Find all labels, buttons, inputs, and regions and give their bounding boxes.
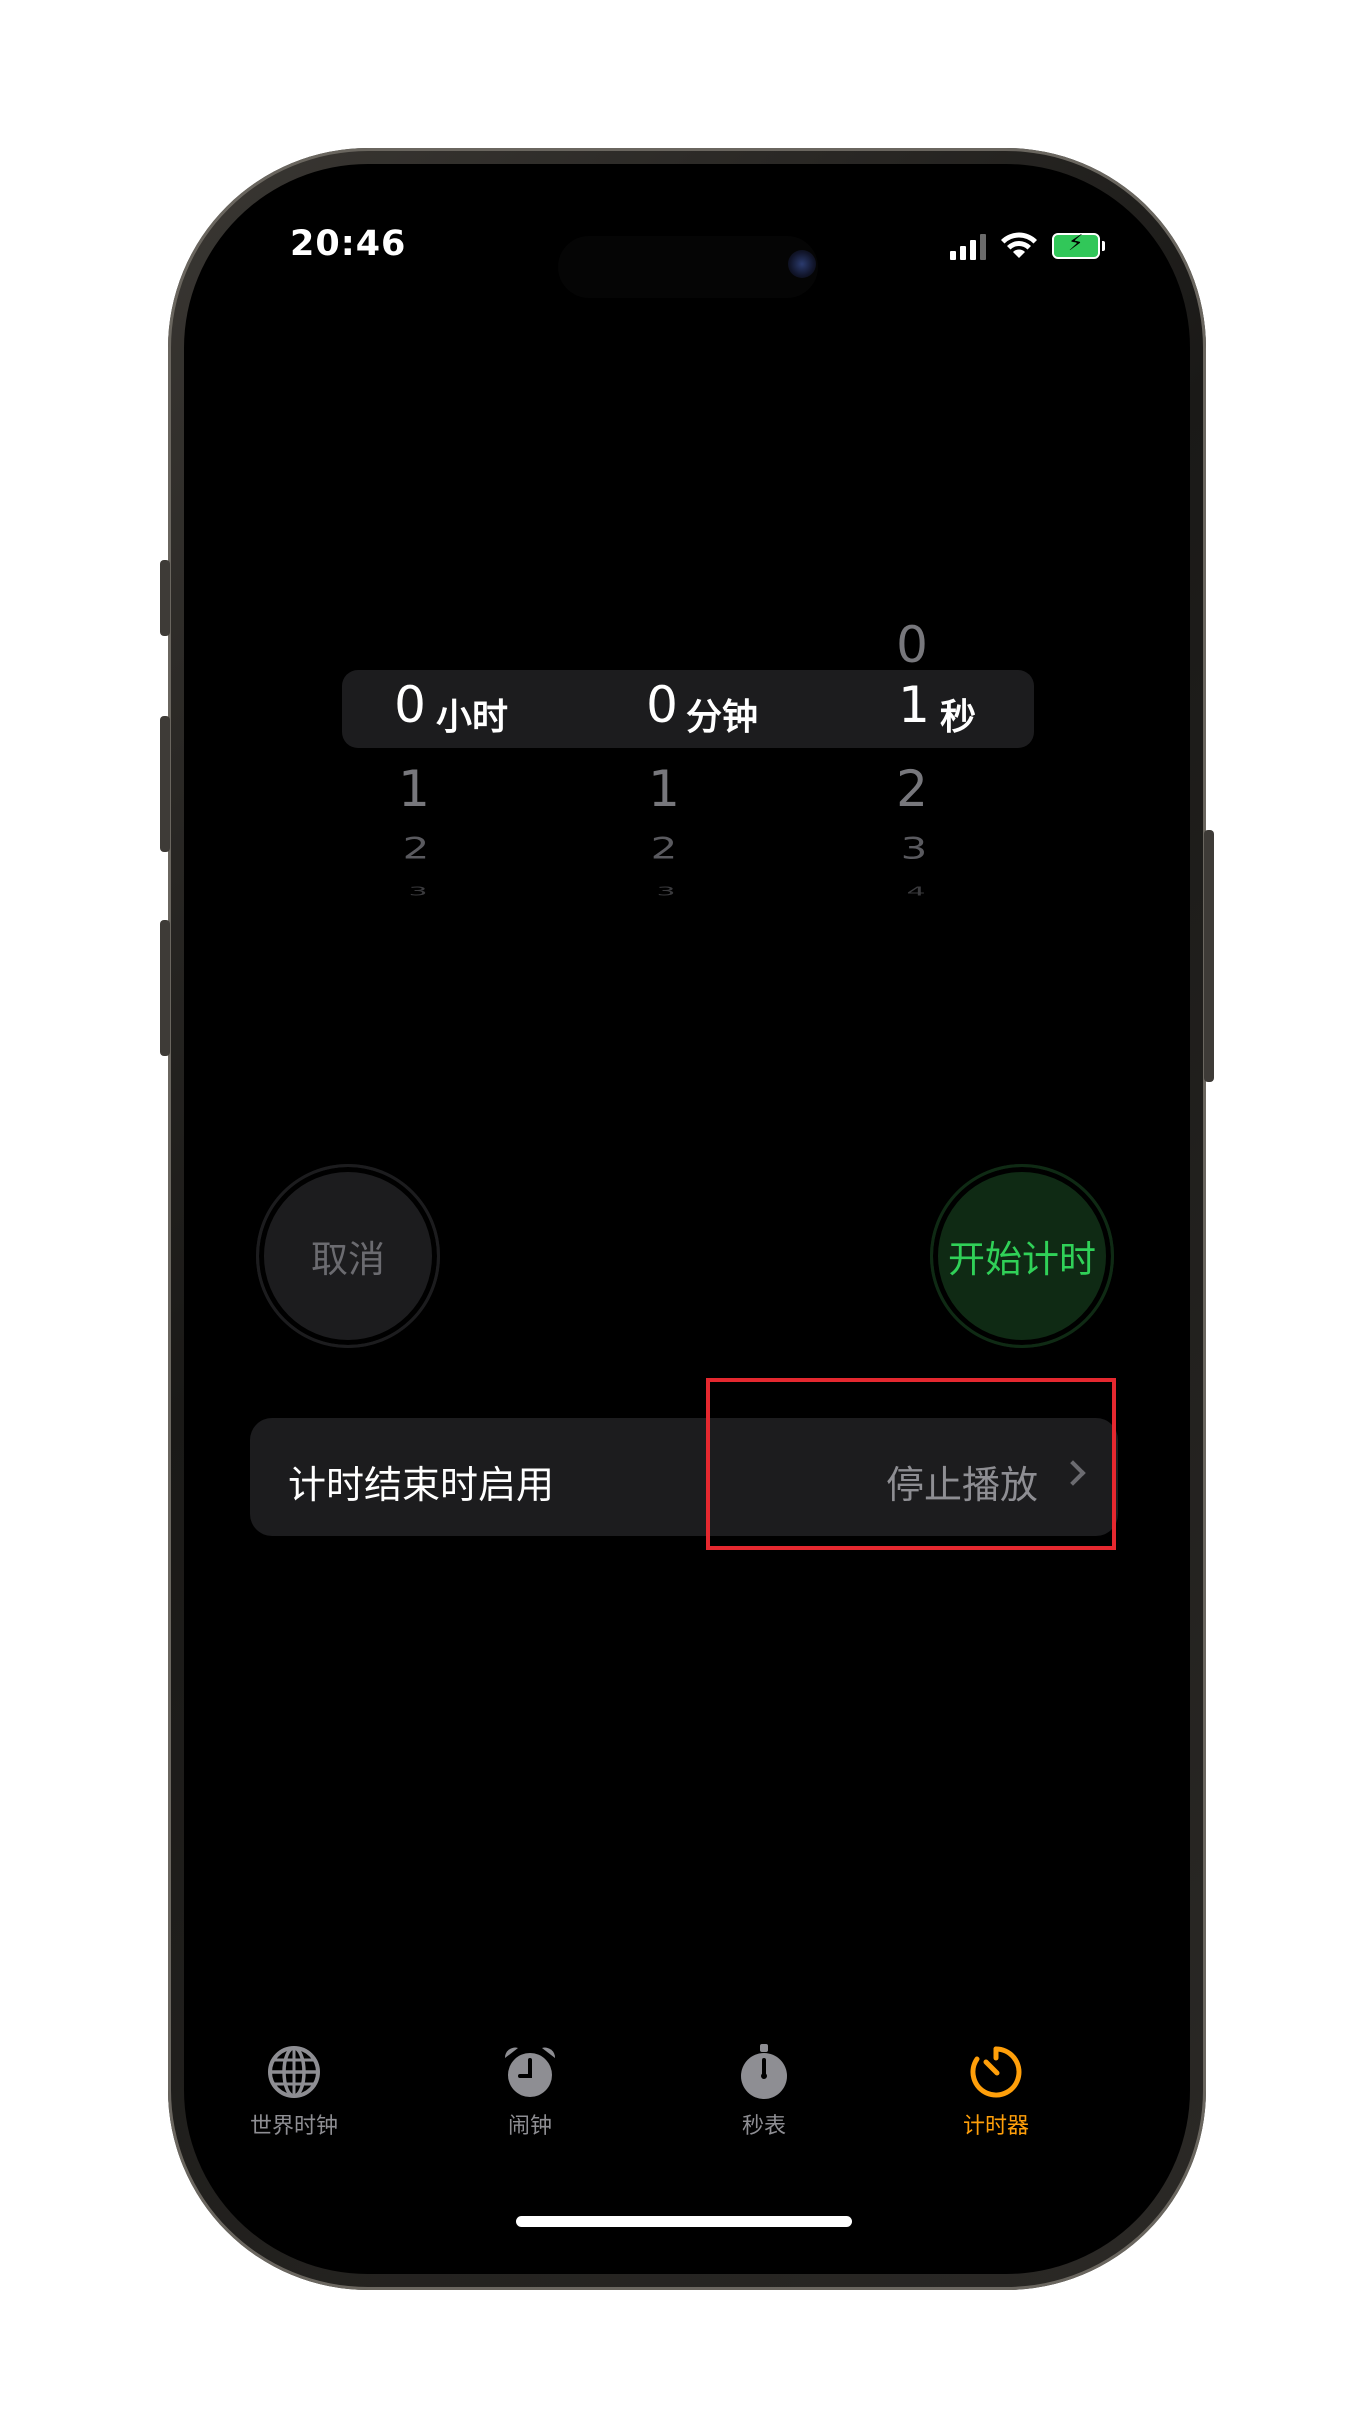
start-button-label: 开始计时 [948,1238,1096,1281]
hours-option[interactable]: 1 [374,760,454,818]
battery-charging-icon: ⚡ [1052,231,1105,259]
home-indicator[interactable] [516,2216,852,2227]
tab-label: 秒表 [741,2114,786,2139]
when-timer-ends-label: 计时结束时启用 [288,1463,555,1507]
tab-label: 闹钟 [507,2114,552,2139]
power-button [1204,830,1214,1082]
seconds-option[interactable]: 2 [872,760,952,818]
minutes-option[interactable]: 3 [626,885,706,899]
tab-alarm[interactable]: 闹钟 [440,2044,620,2140]
tab-timer[interactable]: 计时器 [906,2044,1086,2140]
minutes-option[interactable]: 1 [624,760,704,818]
seconds-option[interactable]: 0 [872,616,952,674]
screen: 20:46 ⚡ 0 小时 1 2 3 0 分钟 1 2 3 0 1 秒 2 3 … [184,164,1190,2274]
globe-icon [266,2044,322,2100]
minutes-unit: 分钟 [686,697,759,738]
status-icons: ⚡ [950,228,1105,264]
hours-option[interactable]: 2 [376,831,456,865]
seconds-unit: 秒 [940,697,977,738]
stopwatch-icon [736,2044,792,2100]
alarm-clock-icon [502,2044,558,2100]
volume-down-button [160,920,170,1056]
dynamic-island [558,236,818,298]
cancel-button-label: 取消 [311,1238,385,1281]
status-time: 20:46 [290,224,407,264]
action-button [160,560,170,636]
cancel-button[interactable]: 取消 [256,1164,440,1348]
start-button[interactable]: 开始计时 [930,1164,1114,1348]
volume-up-button [160,716,170,852]
annotation-highlight-box [706,1378,1116,1550]
tab-label: 世界时钟 [249,2114,338,2139]
minutes-option[interactable]: 2 [624,831,704,865]
signal-icon [950,232,986,260]
tab-stopwatch[interactable]: 秒表 [674,2044,854,2140]
seconds-option[interactable]: 3 [874,831,954,865]
seconds-option[interactable]: 4 [876,885,956,899]
front-camera [788,250,816,278]
tab-label: 计时器 [962,2114,1029,2139]
hours-option[interactable]: 3 [378,885,458,899]
hours-unit: 小时 [436,697,509,738]
wifi-icon [1001,232,1037,258]
tab-world-clock[interactable]: 世界时钟 [204,2044,384,2140]
timer-icon [968,2044,1024,2100]
tab-bar: 世界时钟 闹钟 秒表 计时器 [184,2044,1190,2164]
